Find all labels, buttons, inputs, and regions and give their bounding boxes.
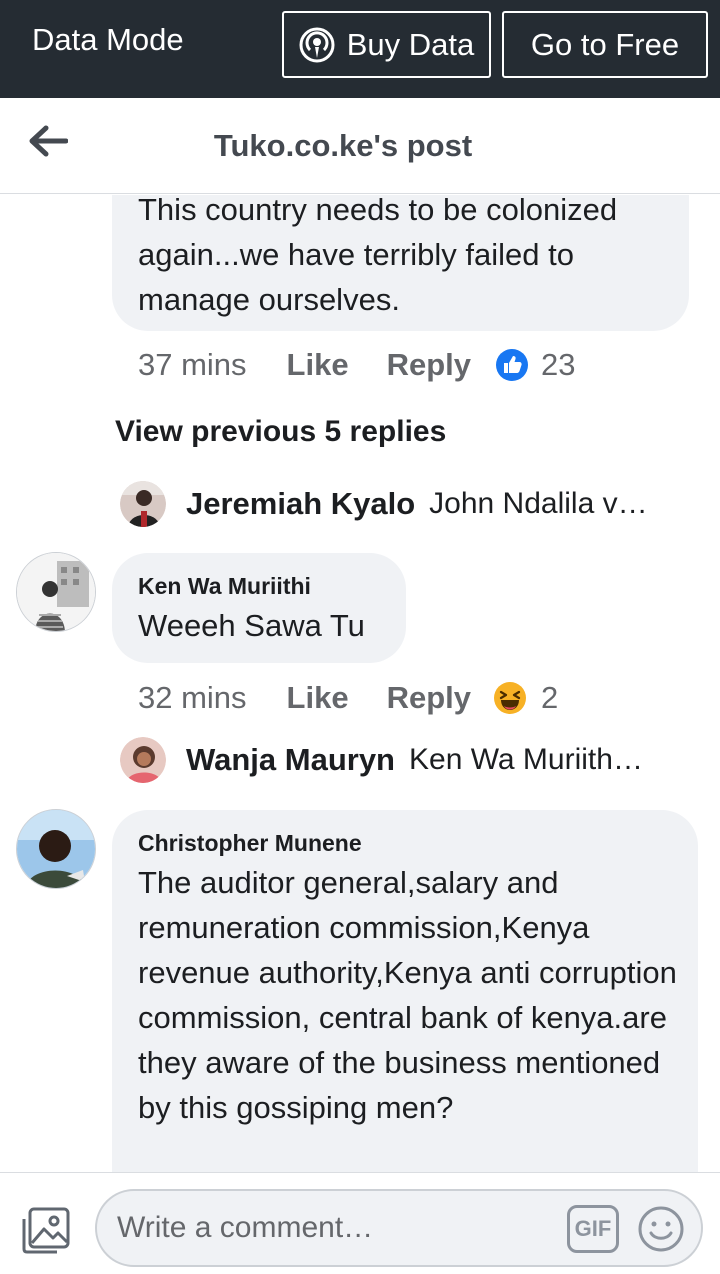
comment-time: 37 mins (138, 347, 247, 382)
avatar[interactable] (16, 552, 96, 632)
reply-button[interactable]: Reply (387, 680, 471, 716)
comment-time: 32 mins (138, 680, 247, 715)
comment-actions: 32 mins Like Reply 2 (138, 680, 558, 716)
comment-text: Weeeh Sawa Tu (138, 608, 365, 643)
buy-data-label: Buy Data (346, 26, 475, 62)
avatar (120, 737, 166, 783)
avatar (120, 481, 166, 527)
view-previous-replies-link[interactable]: View previous 5 replies (115, 415, 446, 449)
reply-preview-text: John Ndalila v… (429, 487, 648, 520)
buy-data-button[interactable]: Buy Data (282, 11, 491, 78)
go-to-free-button[interactable]: Go to Free (502, 11, 708, 78)
comment-bubble[interactable]: Christopher Munene The auditor general,s… (112, 810, 698, 1172)
reaction-count[interactable]: 2 (541, 680, 558, 716)
emoji-icon[interactable] (637, 1205, 685, 1253)
reply-button[interactable]: Reply (387, 347, 471, 383)
comment-author[interactable]: Ken Wa Muriithi (138, 573, 311, 600)
page-title: Tuko.co.ke's post (213, 128, 473, 163)
comment-actions: 37 mins Like Reply 23 (138, 347, 575, 383)
comment-text: The auditor general,salary and remunerat… (138, 865, 677, 1125)
like-icon (496, 349, 528, 381)
reply-preview[interactable]: Wanja Mauryn Ken Wa Muriith… (120, 737, 643, 783)
comment-bubble[interactable]: This country needs to be colonized again… (112, 195, 689, 331)
like-button[interactable]: Like (287, 347, 349, 383)
avatar-photo (17, 553, 95, 631)
avatar[interactable] (16, 809, 96, 889)
like-button[interactable]: Like (287, 680, 349, 716)
haha-icon (494, 682, 526, 714)
comment-input[interactable] (117, 1205, 557, 1251)
gif-button[interactable]: GIF (567, 1205, 619, 1253)
broadcast-icon (299, 27, 335, 62)
comment-feed[interactable]: This country needs to be colonized again… (0, 195, 720, 1172)
data-mode-label: Data Mode (32, 22, 184, 57)
comment-text: This country needs to be colonized again… (138, 195, 618, 317)
reply-preview-text: Ken Wa Muriith… (409, 743, 643, 776)
post-header: Tuko.co.ke's post (0, 98, 720, 194)
comment-field[interactable]: GIF (95, 1189, 703, 1267)
reply-author[interactable]: Wanja Mauryn (186, 742, 395, 778)
photo-icon[interactable] (20, 1205, 72, 1255)
reply-author[interactable]: Jeremiah Kyalo (186, 486, 415, 522)
reaction-count[interactable]: 23 (541, 347, 575, 383)
avatar-photo (17, 810, 95, 888)
reply-preview[interactable]: Jeremiah Kyalo John Ndalila v… (120, 481, 648, 527)
comment-composer: GIF (0, 1172, 720, 1274)
comment-bubble[interactable]: Ken Wa Muriithi Weeeh Sawa Tu (112, 553, 406, 663)
comment-author[interactable]: Christopher Munene (138, 830, 362, 857)
go-to-free-label: Go to Free (530, 26, 680, 62)
data-mode-bar: Data Mode Buy Data Go to Free (0, 0, 720, 98)
